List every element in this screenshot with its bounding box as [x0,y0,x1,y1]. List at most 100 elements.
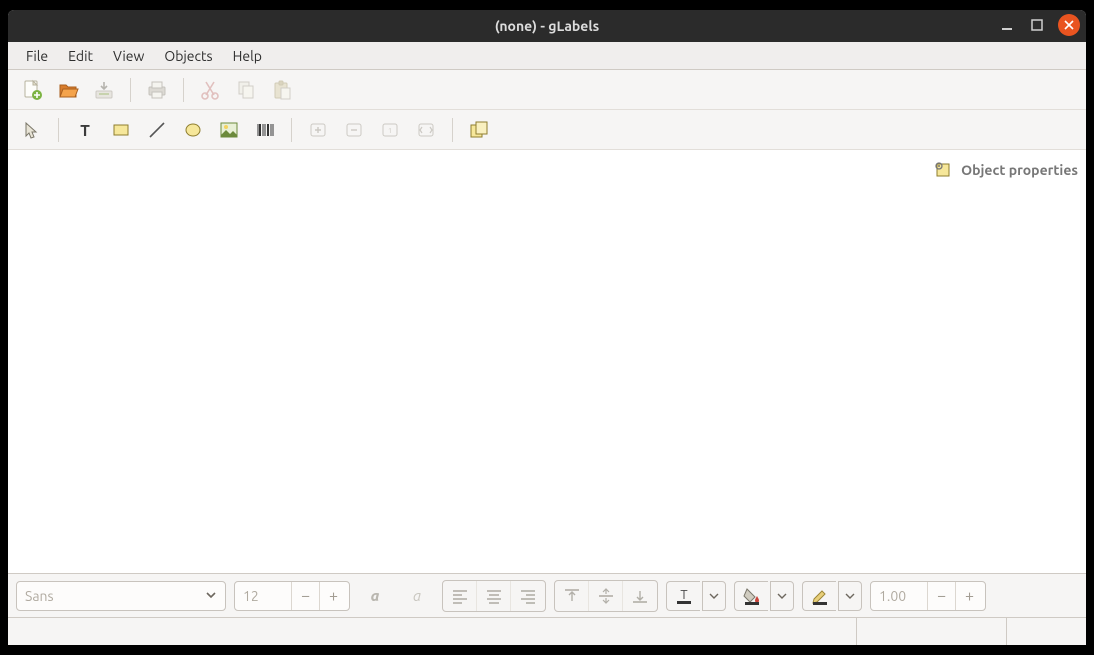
align-left-button[interactable] [443,581,477,611]
valign-top-icon [563,587,581,605]
zoom-in-button[interactable] [302,114,334,146]
barcode-tool-button[interactable] [249,114,281,146]
main-toolbar [8,70,1086,110]
valign-bottom-button[interactable] [623,581,657,611]
paste-icon [271,79,293,101]
app-window: (none) - gLabels File Edit View Objects … [8,10,1086,645]
open-button[interactable] [52,74,84,106]
font-size-plus[interactable]: + [319,582,347,610]
font-size-spin[interactable]: − + [234,581,350,611]
box-tool-button[interactable] [105,114,137,146]
zoom-1to1-icon: 1 [380,120,400,140]
zoom-out-icon [344,120,364,140]
save-icon [93,79,115,101]
chevron-down-icon [205,588,217,604]
line-color-dropdown[interactable] [838,581,862,611]
menu-edit[interactable]: Edit [58,44,103,68]
valign-middle-button[interactable] [589,581,623,611]
titlebar: (none) - gLabels [8,10,1086,42]
fill-color-icon [742,586,762,606]
font-size-value[interactable] [235,588,291,604]
text-color-dropdown[interactable] [702,581,726,611]
open-file-icon [57,79,79,101]
zoom-fit-button[interactable] [410,114,442,146]
canvas-area[interactable]: Object properties [8,150,1086,573]
zoom-in-icon [308,120,328,140]
line-width-spin[interactable]: − + [870,581,986,611]
zoom-fit-icon [416,120,436,140]
line-tool-icon [147,120,167,140]
drawing-toolbar: T 1 [8,110,1086,150]
svg-text:T: T [680,588,687,602]
toolbar-separator [291,118,292,142]
status-cell-1 [856,618,1006,645]
ellipse-tool-button[interactable] [177,114,209,146]
format-toolbar: Sans − + a a [8,573,1086,617]
zoom-1to1-button[interactable]: 1 [374,114,406,146]
status-cell-2 [1006,618,1086,645]
line-width-value[interactable] [871,588,927,604]
line-color-icon [810,586,830,606]
font-family-value: Sans [25,588,54,604]
fill-color-button[interactable] [734,581,794,611]
menu-objects[interactable]: Objects [154,44,222,68]
align-center-button[interactable] [477,581,511,611]
select-mode-icon [22,120,42,140]
align-center-icon [485,587,503,605]
text-color-icon: T [674,586,694,606]
valign-top-button[interactable] [555,581,589,611]
zoom-out-button[interactable] [338,114,370,146]
valign-bottom-icon [631,587,649,605]
svg-text:a: a [371,587,380,604]
toolbar-separator [183,78,184,102]
valign-middle-icon [597,587,615,605]
menu-file[interactable]: File [16,44,58,68]
image-tool-icon [219,120,239,140]
print-icon [146,79,168,101]
window-controls [998,14,1080,36]
menu-help[interactable]: Help [223,44,272,68]
line-width-minus[interactable]: − [927,582,955,610]
new-button[interactable] [16,74,48,106]
line-width-plus[interactable]: + [955,582,983,610]
line-tool-button[interactable] [141,114,173,146]
statusbar [8,617,1086,645]
toolbar-separator [452,118,453,142]
text-tool-button[interactable]: T [69,114,101,146]
menubar: File Edit View Objects Help [8,42,1086,70]
box-tool-icon [111,120,131,140]
text-tool-icon: T [75,120,95,140]
save-button[interactable] [88,74,120,106]
select-mode-button[interactable] [16,114,48,146]
maximize-button[interactable] [1028,16,1046,34]
close-button[interactable] [1058,14,1080,36]
svg-text:T: T [80,122,90,140]
text-align-group [442,580,546,612]
copy-button[interactable] [230,74,262,106]
window-title: (none) - gLabels [495,18,599,34]
italic-button[interactable]: a [400,581,434,611]
cut-button[interactable] [194,74,226,106]
merge-properties-icon [468,119,490,141]
svg-text:a: a [413,587,421,604]
image-tool-button[interactable] [213,114,245,146]
font-size-minus[interactable]: − [291,582,319,610]
ellipse-tool-icon [183,120,203,140]
print-button[interactable] [141,74,173,106]
font-family-combo[interactable]: Sans [16,581,226,611]
line-color-button[interactable] [802,581,862,611]
minimize-button[interactable] [998,16,1016,34]
object-properties-label: Object properties [961,162,1078,178]
toolbar-separator [58,118,59,142]
object-properties-toggle[interactable]: Object properties [933,160,1078,180]
fill-color-dropdown[interactable] [770,581,794,611]
copy-icon [235,79,257,101]
align-left-icon [451,587,469,605]
menu-view[interactable]: View [103,44,154,68]
merge-properties-button[interactable] [463,114,495,146]
align-right-button[interactable] [511,581,545,611]
paste-button[interactable] [266,74,298,106]
bold-button[interactable]: a [358,581,392,611]
bold-icon: a [365,586,385,606]
text-color-button[interactable]: T [666,581,726,611]
